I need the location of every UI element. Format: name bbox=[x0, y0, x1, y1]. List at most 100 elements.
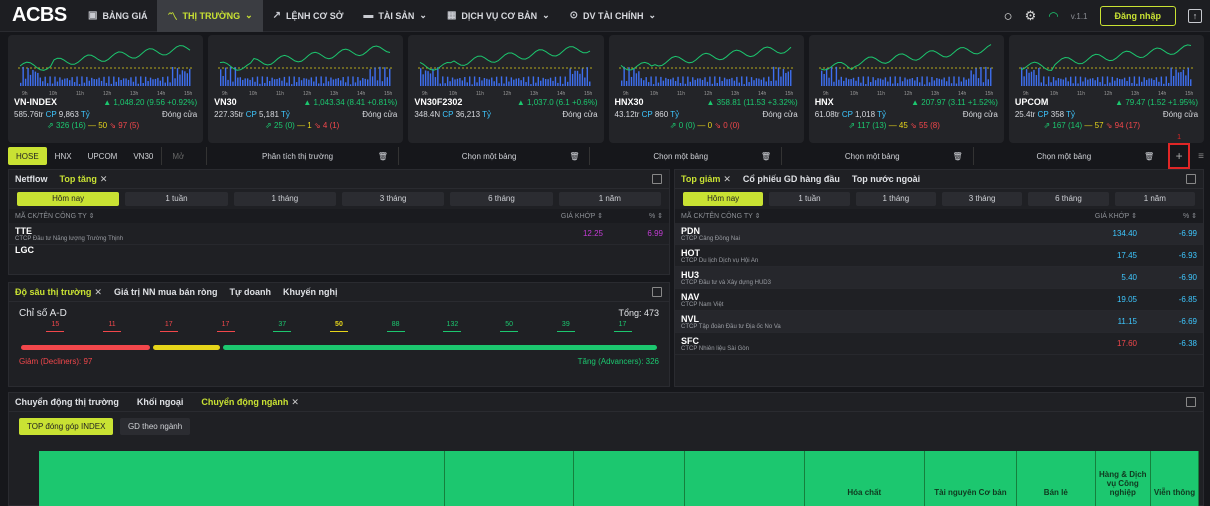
index-card[interactable]: 9h 10h 11h 12h 13h 14h 15h UPCOM ▲ 79.47 (1.52 +… bbox=[1008, 35, 1205, 143]
table-row[interactable]: HU3 CTCP Đầu tư và Xây dựng HUD3 5.40 -6.90 bbox=[675, 267, 1203, 289]
period-1y[interactable]: 1 năm bbox=[558, 192, 661, 206]
menu-icon[interactable]: ≡ bbox=[1198, 151, 1204, 162]
layout-slot-1[interactable]: Phân tích thị trường 🗑 bbox=[206, 147, 398, 165]
volume-bar bbox=[730, 77, 733, 86]
table-row[interactable]: LGC bbox=[9, 245, 669, 254]
sector-cell[interactable]: Bán lẻ bbox=[1017, 451, 1096, 506]
sector-cell[interactable]: Hóa chất bbox=[804, 451, 925, 506]
trash-icon[interactable]: 🗑 bbox=[378, 152, 388, 161]
sector-cell[interactable]: Hàng & Dịch vụ Công nghiệp bbox=[1095, 451, 1151, 506]
tab-khoi-ngoai[interactable]: Khối ngoại bbox=[137, 397, 184, 407]
volume-bar bbox=[525, 82, 528, 86]
index-card[interactable]: 9h 10h 11h 12h 13h 14h 15h HNX ▲ 207.97 (3.11 +1… bbox=[808, 35, 1004, 143]
nav-lenh-co-so[interactable]: ↗ LỆNH CƠ SỞ bbox=[263, 0, 354, 32]
layout-slot-5[interactable]: Chọn một bảng 🗑 bbox=[972, 147, 1165, 165]
trash-icon[interactable]: 🗑 bbox=[761, 152, 771, 161]
tab-top-nuoc-ngoai[interactable]: Top nước ngoài bbox=[852, 174, 920, 184]
tab-vn30[interactable]: VN30 bbox=[125, 147, 161, 165]
nav-dv-tai-chinh[interactable]: ⊙ DV TÀI CHÍNH ⌄ bbox=[560, 0, 666, 32]
expand-icon[interactable] bbox=[652, 287, 662, 297]
panel-header: Top giảm ✕ Cổ phiếu GD hàng đầu Top nước … bbox=[675, 170, 1203, 189]
period-1w[interactable]: 1 tuần bbox=[125, 192, 228, 206]
period-1w[interactable]: 1 tuần bbox=[769, 192, 850, 206]
table-row[interactable]: HOT CTCP Du lịch Dịch vụ Hội An 17.45 -6.93 bbox=[675, 245, 1203, 267]
index-card[interactable]: 9h 10h 11h 12h 13h 14h 15h VN30 ▲ 1,043.34 (8.41… bbox=[208, 35, 404, 143]
volume-bar bbox=[350, 84, 352, 86]
layout-slot-4[interactable]: Chọn một bảng 🗑 bbox=[781, 147, 973, 165]
chevron-down-icon: ⌄ bbox=[648, 10, 657, 20]
table-row[interactable]: SFC CTCP Nhiên liệu Sài Gòn 17.60 -6.38 bbox=[675, 333, 1203, 355]
time-tick: 13h bbox=[731, 91, 740, 96]
close-icon[interactable]: ✕ bbox=[94, 287, 102, 297]
sector-cell[interactable] bbox=[39, 451, 445, 506]
period-1m[interactable]: 1 tháng bbox=[233, 192, 336, 206]
period-1m[interactable]: 1 tháng bbox=[855, 192, 936, 206]
expand-icon[interactable] bbox=[1186, 397, 1196, 407]
period-6m[interactable]: 6 tháng bbox=[450, 192, 553, 206]
index-card[interactable]: 9h 10h 11h 12h 13h 14h 15h HNX30 ▲ 358.81 (11.53… bbox=[608, 35, 804, 143]
tab-nn-mua-ban[interactable]: Giá trị NN mua bán ròng bbox=[114, 287, 218, 297]
tab-chuyen-dong-tt[interactable]: Chuyển động thị trường bbox=[15, 397, 119, 407]
close-icon[interactable]: ✕ bbox=[291, 397, 299, 407]
expand-icon[interactable] bbox=[1186, 174, 1196, 184]
subtab-top-dong-gop[interactable]: TOP đóng góp INDEX bbox=[19, 418, 114, 435]
nav-thi-truong[interactable]: 〽 THỊ TRƯỜNG ⌄ bbox=[157, 0, 263, 32]
tab-netflow[interactable]: Netflow bbox=[15, 174, 48, 184]
upload-icon[interactable]: ↑ bbox=[1188, 9, 1202, 23]
volume-bar bbox=[921, 76, 923, 86]
volume-bar bbox=[130, 77, 132, 86]
period-today[interactable]: Hôm nay bbox=[17, 192, 120, 206]
trash-icon[interactable]: 🗑 bbox=[1144, 152, 1154, 161]
tab-top-giam[interactable]: Top giảm ✕ bbox=[681, 174, 731, 185]
table-row[interactable]: TTE CTCP Đầu tư Năng lượng Trường Thịnh 1… bbox=[9, 223, 669, 245]
sector-cell[interactable] bbox=[444, 451, 575, 506]
close-icon[interactable]: ✕ bbox=[723, 174, 731, 184]
layout-slot-2[interactable]: Chọn một bảng 🗑 bbox=[397, 147, 590, 165]
volume-bar bbox=[427, 71, 430, 86]
tab-upcom[interactable]: UPCOM bbox=[80, 147, 126, 165]
tab-top-tang[interactable]: Top tăng ✕ bbox=[60, 174, 108, 185]
acbs-logo[interactable]: ACBS bbox=[0, 4, 78, 27]
volume-bar bbox=[1057, 78, 1060, 86]
sector-cell[interactable] bbox=[684, 451, 805, 506]
volume-bar bbox=[733, 80, 735, 86]
subtab-gd-theo-nganh[interactable]: GD theo ngành bbox=[119, 418, 191, 435]
period-1y[interactable]: 1 năm bbox=[1114, 192, 1195, 206]
search-icon[interactable]: ○ bbox=[1004, 8, 1013, 25]
tab-chuyen-dong-nganh[interactable]: Chuyển động ngành ✕ bbox=[201, 397, 299, 408]
volume-bar bbox=[1145, 79, 1148, 86]
sector-cell[interactable]: Tài nguyên Cơ bản bbox=[924, 451, 1018, 506]
volume-bar bbox=[29, 74, 32, 86]
close-icon[interactable]: ✕ bbox=[100, 174, 108, 184]
period-3m[interactable]: 3 tháng bbox=[941, 192, 1023, 206]
table-row[interactable]: PDN CTCP Cảng Đồng Nai 134.40 -6.99 bbox=[675, 223, 1203, 245]
tab-do-sau[interactable]: Độ sâu thị trường ✕ bbox=[15, 287, 102, 298]
layout-open[interactable]: Mở bbox=[161, 147, 206, 165]
nav-bang-gia[interactable]: ▣ BẢNG GIÁ bbox=[78, 0, 157, 32]
trash-icon[interactable]: 🗑 bbox=[952, 152, 962, 161]
trash-icon[interactable]: 🗑 bbox=[569, 152, 579, 161]
volume-bar bbox=[862, 76, 864, 86]
expand-icon[interactable] bbox=[652, 174, 662, 184]
ad-bucket: 50 bbox=[494, 321, 524, 341]
sector-cell[interactable] bbox=[574, 451, 685, 506]
add-layout-button[interactable]: 1 + bbox=[1168, 134, 1191, 169]
tab-hose[interactable]: HOSE bbox=[8, 147, 47, 165]
nav-tai-san[interactable]: ▬ TÀI SẢN ⌄ bbox=[353, 0, 437, 32]
tab-tu-doanh[interactable]: Tự doanh bbox=[229, 287, 271, 297]
tab-hnx[interactable]: HNX bbox=[47, 147, 80, 165]
sector-cell[interactable]: Viễn thông bbox=[1150, 451, 1199, 506]
index-card[interactable]: 9h 10h 11h 12h 13h 14h 15h VN-INDEX ▲ 1,048.20 (… bbox=[8, 35, 204, 143]
table-row[interactable]: NVL CTCP Tập đoàn Đầu tư Địa ốc No Va 11.1… bbox=[675, 311, 1203, 333]
login-button[interactable]: Đăng nhập bbox=[1099, 6, 1176, 26]
layout-slot-3[interactable]: Chọn một bảng 🗑 bbox=[589, 147, 781, 165]
tab-co-phieu-gd[interactable]: Cổ phiếu GD hàng đầu bbox=[743, 174, 840, 184]
index-card[interactable]: 9h 10h 11h 12h 13h 14h 15h VN30F2302 ▲ 1,037.0 (… bbox=[408, 35, 604, 143]
period-3m[interactable]: 3 tháng bbox=[341, 192, 445, 206]
table-row[interactable]: NAV CTCP Nam Việt 19.05 -6.85 bbox=[675, 289, 1203, 311]
nav-dich-vu-co-ban[interactable]: ▦ DỊCH VỤ CƠ BẢN ⌄ bbox=[437, 0, 560, 32]
period-today[interactable]: Hôm nay bbox=[683, 192, 764, 206]
tab-khuyen-nghi[interactable]: Khuyến nghị bbox=[283, 287, 338, 297]
period-6m[interactable]: 6 tháng bbox=[1028, 192, 1109, 206]
gear-icon[interactable]: ⚙ bbox=[1025, 8, 1037, 24]
